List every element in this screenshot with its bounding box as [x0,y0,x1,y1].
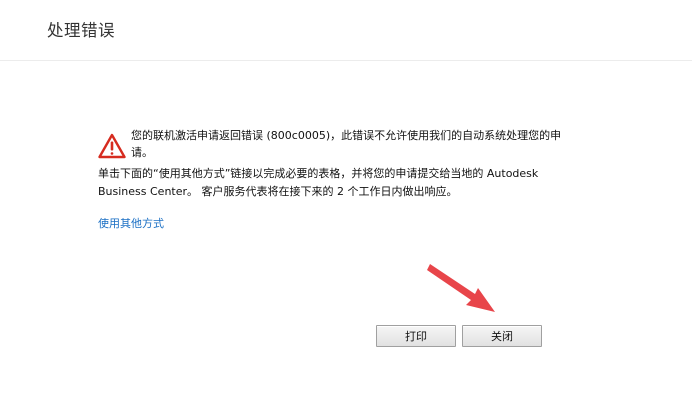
print-button[interactable]: 打印 [376,325,456,347]
dialog-header: 处理错误 [0,0,692,61]
alternate-method-link[interactable]: 使用其他方式 [98,215,164,231]
dialog-title: 处理错误 [47,21,115,40]
red-arrow-annotation-icon [427,264,495,312]
instruction-message: 单击下面的“使用其他方式”链接以完成必要的表格，并将您的申请提交给当地的 Aut… [98,167,539,198]
error-message: 您的联机激活申请返回错误 (800c0005)，此错误不允许使用我们的自动系统处… [131,129,562,159]
close-button[interactable]: 关闭 [462,325,542,347]
warning-triangle-icon [98,133,126,159]
